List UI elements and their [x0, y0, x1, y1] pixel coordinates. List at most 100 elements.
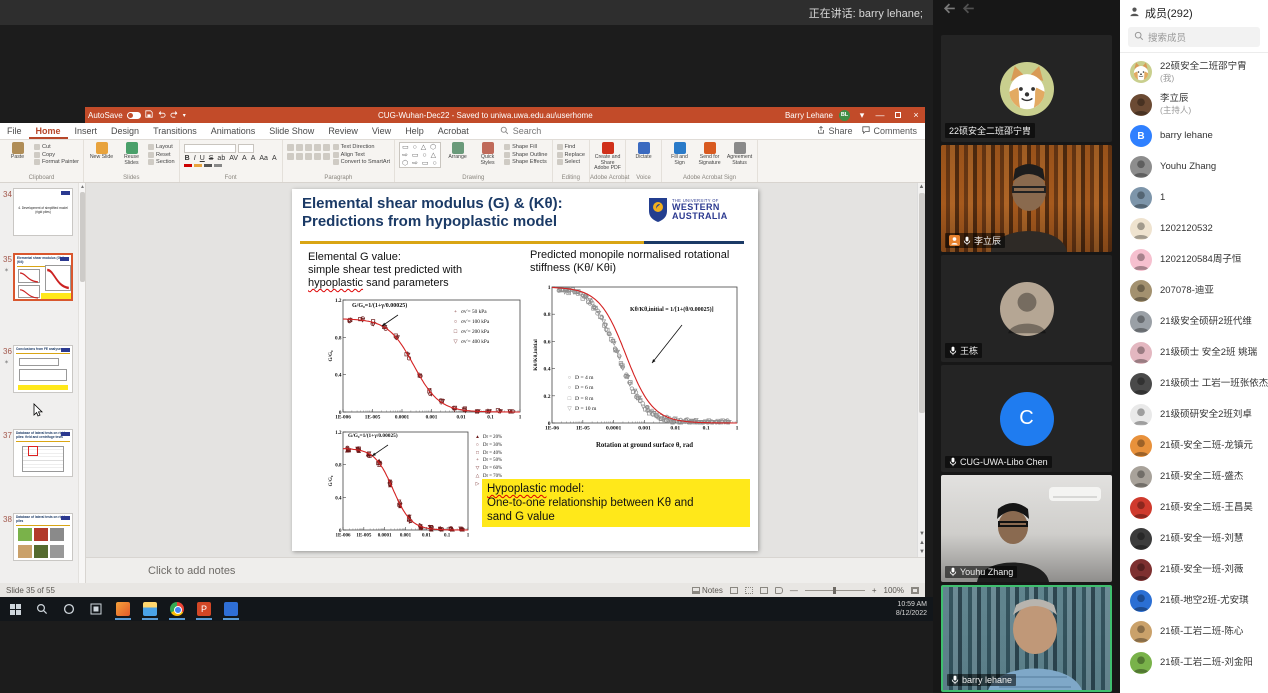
video-tile-4[interactable]: CCUG-UWA-Libo Chen — [941, 365, 1112, 472]
slide-thumbnail-35[interactable]: Elemental shear modulus (G) & (Kθ): — [13, 253, 73, 301]
cortana-icon[interactable] — [58, 598, 80, 620]
participant-row[interactable]: 21硕-安全二班-盛杰 — [1120, 462, 1268, 493]
font-style-button-7[interactable]: A — [250, 155, 257, 162]
undo-icon[interactable] — [157, 110, 166, 120]
account-avatar[interactable]: BL — [839, 110, 850, 121]
task-view-icon[interactable] — [85, 598, 107, 620]
comments-button[interactable]: Comments — [862, 126, 917, 136]
tab-help[interactable]: Help — [398, 123, 431, 139]
font-color-swatch[interactable] — [214, 164, 222, 167]
zoom-out-button[interactable]: — — [790, 586, 798, 595]
participant-row[interactable]: 207078-迪亚 — [1120, 276, 1268, 307]
tab-review[interactable]: Review — [321, 123, 365, 139]
ribbon-button-quick-styles[interactable]: Quick Styles — [474, 142, 501, 166]
search-box[interactable]: Search — [500, 126, 542, 137]
participant-row[interactable]: 22硕安全二班邵宁胄(我) — [1120, 56, 1268, 88]
slide-thumbnail-34[interactable]: 4. Development of simplified model (rigi… — [13, 188, 73, 236]
taskbar-chrome[interactable] — [166, 598, 188, 620]
reading-view-button[interactable] — [760, 587, 768, 594]
video-tile-2[interactable]: 李立辰 — [941, 145, 1112, 252]
ribbon-button-copy[interactable]: Copy — [34, 152, 79, 158]
font-style-button-8[interactable]: Aa — [258, 155, 269, 162]
slide-sorter-button[interactable] — [745, 587, 753, 594]
font-style-button-3[interactable]: S — [208, 155, 215, 162]
ribbon-button-replace[interactable]: Replace — [557, 152, 586, 158]
ribbon-button-find[interactable]: Find — [557, 144, 586, 150]
left-caption[interactable]: Elemental G value: simple shear test pre… — [308, 251, 462, 290]
normal-view-button[interactable] — [730, 587, 738, 594]
notes-pane[interactable]: Click to add notes — [86, 557, 925, 583]
ribbon-button-shape-outline[interactable]: Shape Outline — [504, 152, 547, 158]
participant-row[interactable]: Bbarry lehane — [1120, 121, 1268, 152]
font-size-box[interactable] — [238, 144, 254, 153]
paragraph-format-icon[interactable] — [314, 153, 321, 160]
participant-row[interactable]: 21级硕士 安全2班 姚瑞 — [1120, 338, 1268, 369]
ribbon-button-create-and-share-adobe-pdf[interactable]: Create and Share Adobe PDF — [594, 142, 621, 172]
participant-row[interactable]: 21硕-安全二班-王昌昊 — [1120, 493, 1268, 524]
tab-slide-show[interactable]: Slide Show — [262, 123, 321, 139]
font-style-button-2[interactable]: U — [199, 155, 206, 162]
paragraph-format-icon[interactable] — [305, 153, 312, 160]
save-icon[interactable] — [145, 110, 153, 120]
slide-thumbnail-37[interactable]: Database of lateral tests on rigid piles… — [13, 429, 73, 477]
tab-animations[interactable]: Animations — [204, 123, 263, 139]
ribbon-button-select[interactable]: Select — [557, 159, 586, 165]
font-style-button-6[interactable]: A — [241, 155, 248, 162]
ribbon-button-section[interactable]: Section — [148, 159, 175, 165]
paragraph-format-icon[interactable] — [323, 153, 330, 160]
participant-row[interactable]: 21硕-安全二班-龙镇元 — [1120, 431, 1268, 462]
participant-row[interactable]: Youhu Zhang — [1120, 152, 1268, 183]
thumbnail-scrollbar[interactable]: ▲ — [78, 183, 85, 583]
paragraph-format-icon[interactable] — [314, 144, 321, 151]
chart-rotational-stiffness[interactable]: 1E-061E-050.00010.0010.010.1100.20.40.60… — [532, 281, 747, 449]
ribbon-button-send-for-signature[interactable]: Send for Signature — [696, 142, 723, 166]
ribbon-button-layout[interactable]: Layout — [148, 144, 175, 150]
highlight-callout[interactable]: Hypoplastic model: One-to-one relationsh… — [482, 479, 750, 527]
paragraph-format-icon[interactable] — [296, 153, 303, 160]
slideshow-button[interactable] — [775, 587, 783, 594]
minimize-button[interactable]: — — [874, 109, 886, 121]
ribbon-display-options-icon[interactable]: ▾ — [856, 109, 868, 121]
slide-scrollbar[interactable]: ▲ ▼▲▼ — [917, 183, 925, 557]
taskbar-app-orange[interactable] — [112, 598, 134, 620]
shape-gallery[interactable]: ▭ ○ △ ⬡ ⇨ ▭ ○ △ ⬡ ⇨ ▭ ○ △ ⬡ ⇨ — [399, 142, 441, 168]
video-tile-3[interactable]: 王栋 — [941, 255, 1112, 362]
paragraph-format-icon[interactable] — [296, 144, 303, 151]
font-style-button-1[interactable]: I — [193, 155, 197, 162]
taskbar-powerpoint[interactable]: P — [193, 598, 215, 620]
participant-row[interactable]: 1 — [1120, 183, 1268, 214]
ribbon-button-reuse-slides[interactable]: Reuse Slides — [118, 142, 145, 166]
zoom-level[interactable]: 100% — [884, 586, 904, 595]
taskbar-clock[interactable]: 10:59 AM 8/12/2022 — [896, 600, 933, 618]
participant-row[interactable]: 21硕-工岩二班-陈心 — [1120, 617, 1268, 648]
ribbon-button-format-painter[interactable]: Format Painter — [34, 159, 79, 165]
ribbon-button-paste[interactable]: Paste — [4, 142, 31, 161]
taskbar-search-icon[interactable] — [31, 598, 53, 620]
chart-g-vs-strain-stress[interactable]: 1E-0061E-0050.00010.0010.010.1100.40.81.… — [328, 295, 526, 425]
member-search-input[interactable]: 搜索成员 — [1128, 27, 1260, 47]
autosave-toggle[interactable] — [127, 112, 141, 119]
ribbon-button-arrange[interactable]: Arrange — [444, 142, 471, 161]
tab-home[interactable]: Home — [29, 123, 68, 139]
tab-acrobat[interactable]: Acrobat — [431, 123, 476, 139]
ribbon-button-new-slide[interactable]: New Slide — [88, 142, 115, 161]
paragraph-format-icon[interactable] — [305, 144, 312, 151]
participant-row[interactable]: 21级安全硕研2班代维 — [1120, 307, 1268, 338]
font-style-button-4[interactable]: ab — [216, 155, 226, 162]
ribbon-button-reset[interactable]: Reset — [148, 152, 175, 158]
tab-view[interactable]: View — [365, 123, 398, 139]
video-tile-1[interactable]: 22硕安全二班邵宁胄 — [941, 35, 1112, 142]
start-button[interactable] — [4, 598, 26, 620]
tab-file[interactable]: File — [0, 123, 29, 139]
ribbon-button-convert-to-smartart[interactable]: Convert to SmartArt — [333, 159, 390, 165]
ribbon-button-align-text[interactable]: Align Text — [333, 152, 390, 158]
redo-icon[interactable] — [170, 110, 179, 120]
font-color-swatch[interactable] — [194, 164, 202, 167]
participant-row[interactable]: 21级硕研安全2班刘卓 — [1120, 400, 1268, 431]
video-tile-5[interactable]: Youhu Zhang — [941, 475, 1112, 582]
ribbon-button-cut[interactable]: Cut — [34, 144, 79, 150]
ribbon-button-text-direction[interactable]: Text Direction — [333, 144, 390, 150]
font-color-swatch[interactable] — [184, 164, 192, 167]
font-name-box[interactable] — [184, 144, 236, 153]
participant-row[interactable]: 21硕-工岩二班-刘金阳 — [1120, 648, 1268, 679]
